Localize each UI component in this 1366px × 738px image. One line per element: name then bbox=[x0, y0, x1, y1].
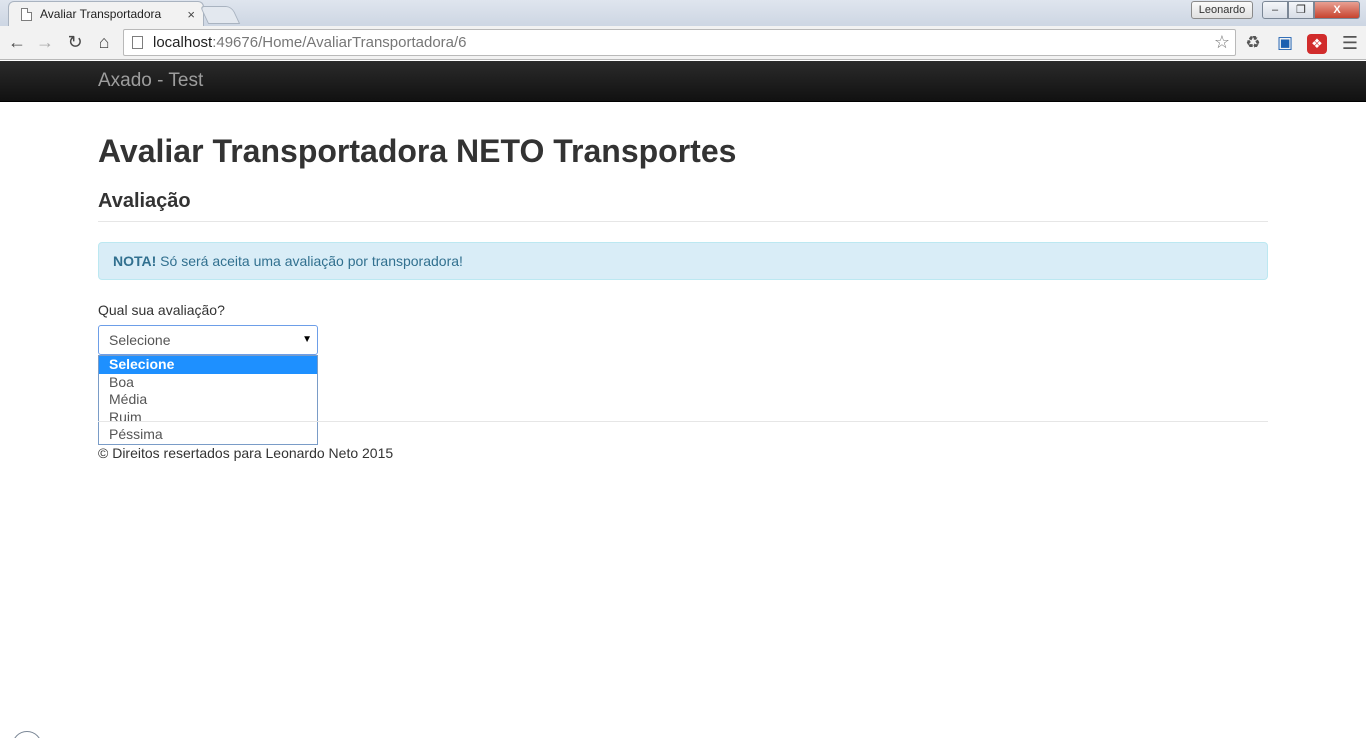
option-selecione[interactable]: Selecione bbox=[99, 356, 317, 374]
option-pessima[interactable]: Péssima bbox=[99, 426, 317, 444]
option-boa[interactable]: Boa bbox=[99, 374, 317, 392]
divider bbox=[98, 221, 1268, 222]
close-window-button[interactable]: X bbox=[1314, 1, 1360, 19]
new-tab-button[interactable] bbox=[199, 6, 241, 24]
divider bbox=[98, 421, 1268, 422]
tab-close-icon[interactable]: × bbox=[187, 7, 195, 22]
home-icon[interactable]: ⌂ bbox=[93, 31, 115, 53]
page-title: Avaliar Transportadora NETO Transportes bbox=[98, 133, 737, 169]
chevron-down-icon: ▼ bbox=[302, 334, 312, 345]
browser-toolbar: ← → ↻ ⌂ localhost:49676/Home/AvaliarTran… bbox=[0, 26, 1366, 60]
address-bar[interactable]: localhost:49676/Home/AvaliarTransportado… bbox=[123, 29, 1236, 56]
option-media[interactable]: Média bbox=[99, 391, 317, 409]
back-icon[interactable]: ← bbox=[6, 31, 28, 53]
option-ruim[interactable]: Ruim bbox=[99, 409, 317, 427]
forward-icon[interactable]: → bbox=[34, 31, 56, 53]
info-alert: NOTA! Só será aceita uma avaliação por t… bbox=[98, 242, 1268, 280]
url-text: localhost:49676/Home/AvaliarTransportado… bbox=[153, 34, 467, 51]
minimize-button[interactable]: – bbox=[1262, 1, 1288, 19]
red-extension-icon[interactable]: ❖ bbox=[1305, 31, 1329, 55]
rating-select[interactable]: Selecione ▼ bbox=[98, 325, 318, 355]
screen-capture-icon[interactable]: ▣ bbox=[1273, 31, 1297, 55]
bookmark-star-icon[interactable]: ☆ bbox=[1214, 32, 1230, 53]
tab-title: Avaliar Transportadora bbox=[40, 7, 162, 21]
recycle-extension-icon[interactable]: ♻ bbox=[1241, 31, 1265, 55]
browser-titlebar: Avaliar Transportadora × Leonardo – ❐ X bbox=[0, 0, 1366, 26]
section-title: Avaliação bbox=[98, 190, 191, 212]
taskbar-edge-icon bbox=[12, 731, 42, 738]
maximize-button[interactable]: ❐ bbox=[1288, 1, 1314, 19]
profile-button[interactable]: Leonardo bbox=[1191, 1, 1253, 19]
footer-copyright: © Direitos resertados para Leonardo Neto… bbox=[98, 445, 394, 461]
menu-icon[interactable]: ☰ bbox=[1338, 31, 1362, 55]
page-icon bbox=[132, 36, 143, 49]
rating-select-value: Selecione bbox=[109, 332, 171, 348]
site-navbar: Axado - Test bbox=[0, 61, 1366, 102]
rating-options-list: Selecione Boa Média Ruim Péssima bbox=[98, 355, 318, 445]
reload-icon[interactable]: ↻ bbox=[64, 31, 86, 53]
browser-tab[interactable]: Avaliar Transportadora × bbox=[8, 1, 204, 26]
brand-link[interactable]: Axado - Test bbox=[98, 70, 203, 92]
alert-text: Só será aceita uma avaliação por transpo… bbox=[156, 253, 463, 269]
page-icon bbox=[21, 7, 32, 21]
rating-label: Qual sua avaliação? bbox=[98, 302, 225, 318]
alert-strong: NOTA! bbox=[113, 253, 157, 269]
